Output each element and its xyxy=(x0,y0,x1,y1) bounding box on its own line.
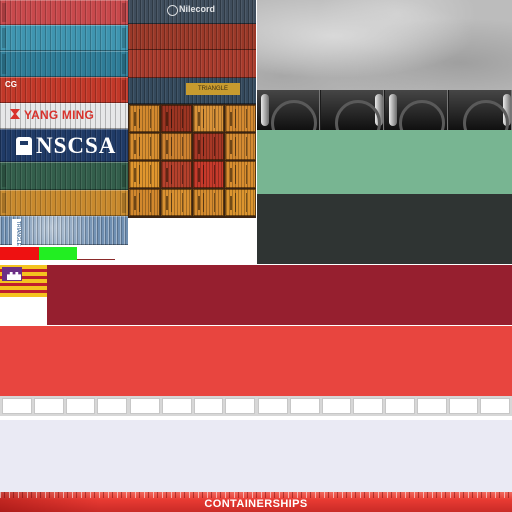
container-door xyxy=(193,133,224,160)
flag-icon xyxy=(0,265,47,297)
container-teal xyxy=(0,25,128,51)
green-band xyxy=(257,130,512,194)
green-swatch xyxy=(39,247,77,260)
container-door xyxy=(161,189,192,216)
container-door xyxy=(225,161,256,188)
triangle-stamp: TRIANGLE xyxy=(12,219,21,249)
nile-label: Nilecord xyxy=(179,4,216,14)
container-orange xyxy=(0,190,128,216)
container-doors-grid xyxy=(128,104,256,218)
container-door xyxy=(129,133,160,160)
lavender-band xyxy=(0,420,512,492)
container-door xyxy=(161,105,192,132)
flag-canton xyxy=(2,267,22,281)
container-door xyxy=(225,133,256,160)
container-yang-ming: YANG MING xyxy=(0,103,128,129)
crimson-band xyxy=(47,265,512,325)
container-gray-nile: Nilecord xyxy=(128,0,256,24)
container-door xyxy=(161,133,192,160)
container-teal-dark xyxy=(0,51,128,77)
hull-band: CONTAINERSHIPS xyxy=(0,492,512,512)
container-maroon-2 xyxy=(128,50,256,78)
red-band xyxy=(0,326,512,396)
hull-rail-strip xyxy=(257,90,512,130)
container-door xyxy=(129,189,160,216)
triangle-badge: TRIANGLE xyxy=(186,83,240,95)
container-door xyxy=(225,189,256,216)
container-maroon-1 xyxy=(128,24,256,50)
container-door xyxy=(193,105,224,132)
hull-name-label: CONTAINERSHIPS xyxy=(204,498,308,510)
nscsa-logo-icon xyxy=(16,137,32,155)
window-group xyxy=(384,398,511,414)
cma-label: CG xyxy=(5,80,17,89)
window-strip xyxy=(0,396,512,416)
swatch-underline xyxy=(77,259,115,260)
nscsa-label: NSCSA xyxy=(36,133,117,158)
nile-logo-icon xyxy=(167,5,178,16)
red-swatch xyxy=(0,247,39,260)
window-group xyxy=(129,398,256,414)
concrete-texture xyxy=(257,0,512,90)
dark-band xyxy=(257,194,512,264)
container-door xyxy=(161,161,192,188)
container-door xyxy=(129,161,160,188)
container-door xyxy=(193,161,224,188)
container-red xyxy=(0,0,128,25)
castle-icon xyxy=(7,272,21,280)
yang-ming-label: YANG MING xyxy=(24,108,95,122)
container-cma: CG xyxy=(0,77,128,103)
container-nscsa: NSCSA xyxy=(0,129,128,162)
yang-ming-logo-icon xyxy=(10,109,20,119)
window-group xyxy=(257,398,384,414)
container-blue-rusty: TRIANGLE xyxy=(0,216,128,249)
container-door xyxy=(225,105,256,132)
container-slate: TRIANGLE xyxy=(128,78,256,104)
container-green xyxy=(0,162,128,190)
container-door xyxy=(129,105,160,132)
container-door xyxy=(193,189,224,216)
window-group xyxy=(1,398,128,414)
